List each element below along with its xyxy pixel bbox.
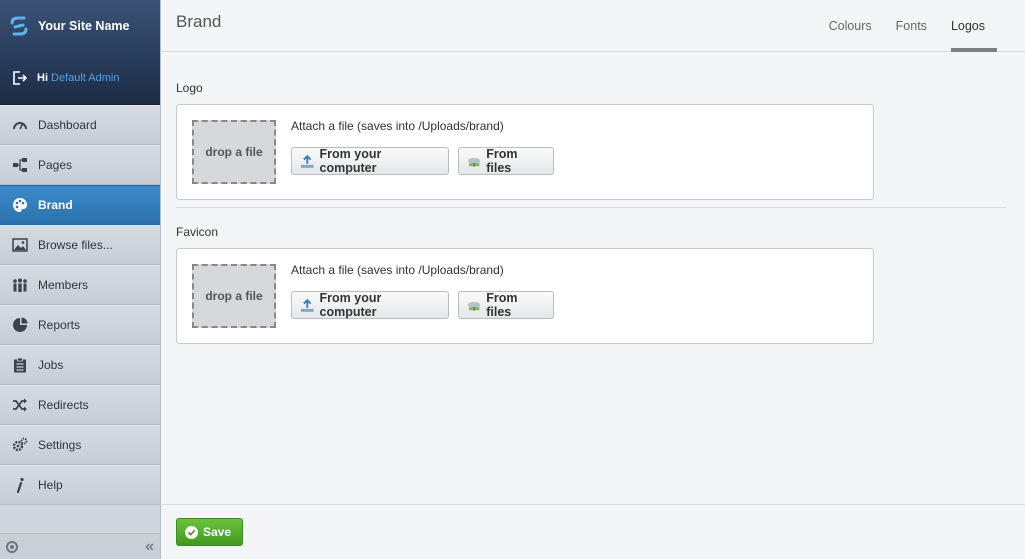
upload-icon <box>300 154 314 168</box>
favicon-from-files-button[interactable]: From files <box>458 291 554 319</box>
sitemap-icon <box>11 157 29 173</box>
favicon-upload-box: drop a file Attach a file (saves into /U… <box>176 248 874 344</box>
site-name: Your Site Name <box>38 19 130 33</box>
logo-dropzone[interactable]: drop a file <box>192 120 276 184</box>
sidebar-item-browse-files[interactable]: Browse files... <box>0 225 160 265</box>
favicon-section-label: Favicon <box>176 225 219 239</box>
save-button-label: Save <box>203 525 232 539</box>
check-icon <box>185 525 198 539</box>
favicon-attach-text: Attach a file (saves into /Uploads/brand… <box>291 263 504 277</box>
sidebar-item-label: Settings <box>38 438 82 452</box>
main-content: Brand Colours Fonts Logos Logo drop a fi… <box>161 0 1025 559</box>
sidebar-item-pages[interactable]: Pages <box>0 145 160 185</box>
logo-from-files-button[interactable]: From files <box>458 147 554 175</box>
people-icon <box>11 277 29 293</box>
logo-section-label: Logo <box>176 81 203 95</box>
image-icon <box>11 237 29 253</box>
tab-logos[interactable]: Logos <box>939 0 998 52</box>
cloud-files-icon <box>467 301 481 311</box>
gears-icon <box>11 437 29 453</box>
sidebar-item-members[interactable]: Members <box>0 265 160 305</box>
button-label: From files <box>486 291 518 319</box>
page-header: Brand Colours Fonts Logos <box>161 0 1025 52</box>
pie-chart-icon <box>11 317 29 333</box>
sidebar-item-help[interactable]: Help <box>0 465 160 505</box>
user-bar: Hi Default Admin <box>0 52 160 105</box>
button-label: From your computer <box>319 291 382 319</box>
username-link[interactable]: Default Admin <box>51 72 119 84</box>
logo-upload-box: drop a file Attach a file (saves into /U… <box>176 104 874 200</box>
greeting: Hi <box>37 72 48 84</box>
sidebar-item-reports[interactable]: Reports <box>0 305 160 345</box>
site-logo-icon <box>10 16 28 36</box>
section-divider <box>176 207 1006 208</box>
button-label: From your computer <box>319 147 382 175</box>
sidebar-item-redirects[interactable]: Redirects <box>0 385 160 425</box>
sidebar-item-jobs[interactable]: Jobs <box>0 345 160 385</box>
cloud-files-icon <box>467 157 481 167</box>
sidebar-item-label: Browse files... <box>38 238 113 252</box>
favicon-dropzone[interactable]: drop a file <box>192 264 276 328</box>
collapse-sidebar-icon[interactable]: « <box>145 538 154 555</box>
site-brand-bar[interactable]: Your Site Name <box>0 0 160 52</box>
shuffle-icon <box>11 397 29 413</box>
sidebar-item-label: Jobs <box>38 358 64 372</box>
sidebar-item-label: Pages <box>38 158 73 172</box>
logout-icon[interactable] <box>11 70 27 86</box>
page-title: Brand <box>176 11 222 31</box>
tab-fonts[interactable]: Fonts <box>884 0 939 52</box>
sidebar-item-settings[interactable]: Settings <box>0 425 160 465</box>
palette-icon <box>11 197 29 213</box>
sidebar-item-label: Brand <box>38 198 73 212</box>
status-dot-icon[interactable] <box>6 540 18 553</box>
sidebar-item-label: Help <box>38 478 63 492</box>
sidebar: Your Site Name Hi Default Admin Dashboar… <box>0 0 161 559</box>
sidebar-item-label: Redirects <box>38 398 89 412</box>
tab-colours[interactable]: Colours <box>817 0 884 52</box>
button-label: From files <box>486 147 518 175</box>
save-button[interactable]: Save <box>176 518 243 546</box>
sidebar-item-label: Dashboard <box>38 118 97 132</box>
sidebar-item-label: Members <box>38 278 89 292</box>
dashboard-gauge-icon <box>11 117 29 133</box>
upload-icon <box>300 298 314 312</box>
sidebar-item-brand[interactable]: Brand <box>0 185 160 225</box>
logo-attach-text: Attach a file (saves into /Uploads/brand… <box>291 119 504 133</box>
sidebar-item-label: Reports <box>38 318 81 332</box>
tab-bar: Colours Fonts Logos <box>817 0 998 52</box>
info-icon <box>11 477 29 493</box>
logo-from-computer-button[interactable]: From your computer <box>291 147 449 175</box>
sidebar-footer: « <box>0 533 160 559</box>
clipboard-icon <box>11 357 29 373</box>
sidebar-item-dashboard[interactable]: Dashboard <box>0 105 160 145</box>
footer-bar: Save <box>161 504 1025 559</box>
favicon-from-computer-button[interactable]: From your computer <box>291 291 449 319</box>
